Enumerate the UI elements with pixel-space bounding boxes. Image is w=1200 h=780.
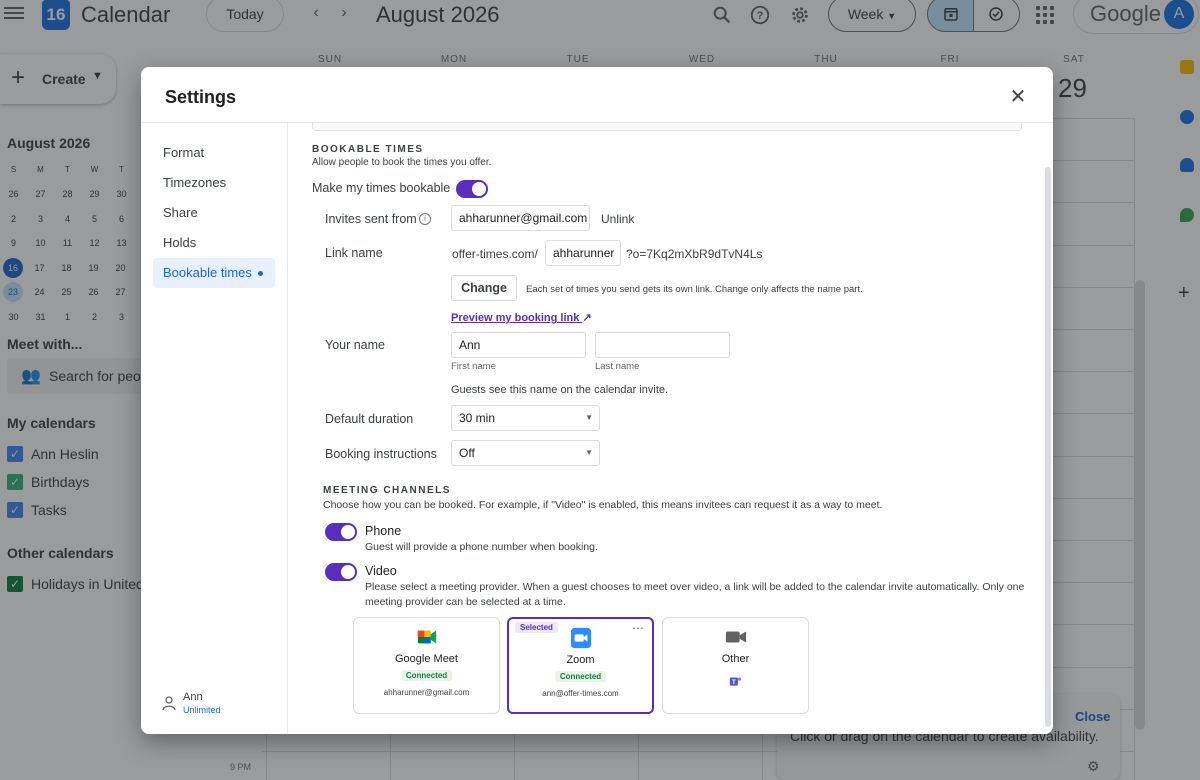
guests-name-note: Guests see this name on the calendar inv… [451, 384, 669, 396]
video-camera-icon [725, 631, 746, 643]
dialog-scrollbar[interactable] [1045, 167, 1051, 727]
preview-link-text: Preview my booking link [451, 312, 580, 324]
svg-text:T: T [732, 679, 736, 686]
phone-channel-desc: Guest will provide a phone number when b… [365, 541, 598, 553]
user-plan-label[interactable]: Unlimited [183, 705, 221, 715]
provider-name: Other [721, 653, 750, 665]
preview-booking-link[interactable]: Preview my booking link ↗ [451, 311, 592, 324]
close-icon[interactable]: ✕ [1003, 83, 1033, 113]
bookable-section-subtitle: Allow people to book the times you offer… [312, 157, 492, 168]
default-duration-select[interactable]: 30 min ▼ [451, 405, 600, 431]
video-toggle[interactable] [325, 563, 357, 581]
invites-sent-from-field[interactable]: ahharunner@gmail.com [451, 205, 590, 231]
link-suffix: ?o=7Kq2mXbR9dTvN4Ls [626, 247, 763, 261]
first-name-input[interactable]: Ann [451, 332, 586, 358]
info-icon[interactable]: i [419, 213, 431, 225]
zoom-icon [570, 627, 591, 649]
nav-item-timezones[interactable]: Timezones [153, 168, 275, 198]
link-name-label: Link name [325, 246, 383, 260]
video-channel-label: Video [365, 564, 397, 578]
bookable-times-content: BOOKABLE TIMES Allow people to book the … [288, 123, 1045, 734]
phone-toggle[interactable] [325, 523, 357, 541]
provider-name: Zoom [566, 654, 595, 666]
make-bookable-label: Make my times bookable [312, 181, 451, 195]
external-link-icon: ↗ [582, 312, 592, 324]
provider-card-other[interactable]: Other T [662, 617, 809, 714]
change-link-button[interactable]: Change [451, 275, 517, 301]
unlink-button[interactable]: Unlink [601, 212, 634, 226]
nav-item-share[interactable]: Share [153, 198, 275, 228]
booking-instructions-select[interactable]: Off ▼ [451, 440, 600, 466]
dropdown-caret-icon: ▼ [585, 448, 593, 457]
provider-card-zoom[interactable]: Selected ⋯ Zoom Connected ann@offer-time… [507, 617, 654, 714]
your-name-label: Your name [325, 338, 385, 352]
selected-badge: Selected [515, 622, 558, 633]
dropdown-caret-icon: ▼ [585, 413, 593, 422]
teams-icon: T [729, 677, 742, 686]
link-name-input[interactable]: ahharunner [545, 240, 621, 266]
nav-item-bookable-times[interactable]: Bookable times [153, 258, 275, 288]
provider-status: Connected [400, 670, 453, 681]
nav-item-format[interactable]: Format [153, 138, 275, 168]
make-bookable-toggle[interactable] [456, 180, 488, 198]
change-help-text: Each set of times you send gets its own … [526, 284, 863, 295]
more-options-icon[interactable]: ⋯ [632, 621, 644, 635]
invites-sent-from-label: Invites sent from [325, 212, 417, 226]
first-name-helper: First name [451, 361, 496, 372]
nav-item-label: Bookable times [163, 265, 252, 280]
meeting-channels-title: MEETING CHANNELS [323, 485, 451, 496]
user-name: Ann [183, 691, 203, 703]
person-icon [162, 696, 176, 711]
active-dot [257, 271, 263, 277]
provider-account: ahharunner@gmail.com [383, 688, 470, 697]
nav-item-holds[interactable]: Holds [153, 228, 275, 258]
provider-account: ann@offer-times.com [542, 689, 619, 698]
last-name-helper: Last name [595, 361, 640, 372]
bookable-section-title: BOOKABLE TIMES [312, 144, 424, 155]
dialog-title: Settings [165, 87, 237, 107]
video-channel-desc: Please select a meeting provider. When a… [365, 581, 1025, 608]
settings-dialog: Settings ✕ Format Timezones Share Holds … [141, 67, 1053, 734]
phone-channel-label: Phone [365, 524, 402, 538]
previous-section-edge [312, 123, 1022, 131]
booking-instructions-value: Off [459, 446, 475, 460]
booking-instructions-label: Booking instructions [325, 447, 437, 461]
provider-card-google-meet[interactable]: Google Meet Connected ahharunner@gmail.c… [353, 617, 500, 714]
last-name-input[interactable] [595, 332, 730, 358]
default-duration-label: Default duration [325, 412, 414, 426]
link-prefix: offer-times.com/ [452, 247, 538, 261]
meeting-channels-subtitle: Choose how you can be booked. For exampl… [323, 499, 883, 511]
provider-status: Connected [554, 671, 607, 682]
default-duration-value: 30 min [459, 411, 496, 425]
provider-name: Google Meet [395, 653, 458, 665]
google-meet-icon [417, 630, 436, 644]
